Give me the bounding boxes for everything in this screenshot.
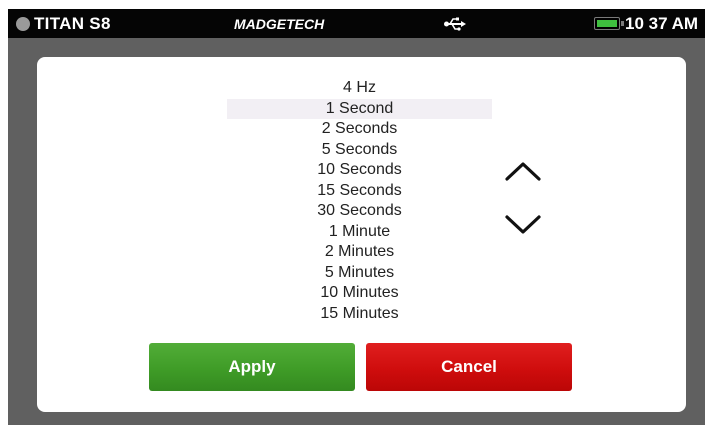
list-item[interactable]: 30 Seconds bbox=[227, 201, 492, 222]
list-item[interactable]: 5 Minutes bbox=[227, 263, 492, 284]
usb-icon bbox=[444, 17, 466, 31]
sample-rate-dialog: 4 Hz 1 Second 2 Seconds 5 Seconds 10 Seconds… bbox=[37, 57, 686, 412]
list-item[interactable]: 10 Minutes bbox=[227, 283, 492, 304]
list-item[interactable]: 1 Minute bbox=[227, 222, 492, 243]
battery-icon bbox=[594, 17, 624, 30]
apply-button[interactable]: Apply bbox=[149, 343, 355, 391]
list-item[interactable]: 4 Hz bbox=[227, 78, 492, 99]
brand-logo: MADGETECH bbox=[234, 16, 325, 32]
list-item[interactable]: 15 Seconds bbox=[227, 181, 492, 202]
status-bar: TITAN S8 MADGETECH 10 37 AM bbox=[8, 9, 705, 38]
status-indicator-icon bbox=[16, 17, 30, 31]
list-item[interactable]: 10 Seconds bbox=[227, 160, 492, 181]
device-screen: TITAN S8 MADGETECH 10 37 AM 4 Hz 1 Second… bbox=[0, 0, 705, 425]
list-item[interactable]: 5 Seconds bbox=[227, 140, 492, 161]
chevron-down-icon[interactable] bbox=[502, 209, 544, 239]
list-item[interactable]: 15 Minutes bbox=[227, 304, 492, 325]
list-item[interactable]: 1 Second bbox=[227, 98, 492, 119]
list-item[interactable]: 2 Minutes bbox=[227, 242, 492, 263]
cancel-button[interactable]: Cancel bbox=[366, 343, 572, 391]
list-item[interactable]: 2 Seconds bbox=[227, 119, 492, 140]
sample-rate-list[interactable]: 4 Hz 1 Second 2 Seconds 5 Seconds 10 Seconds… bbox=[227, 78, 492, 324]
device-name: TITAN S8 bbox=[34, 14, 111, 33]
chevron-up-icon[interactable] bbox=[502, 155, 544, 185]
clock: 10 37 AM bbox=[625, 14, 699, 33]
